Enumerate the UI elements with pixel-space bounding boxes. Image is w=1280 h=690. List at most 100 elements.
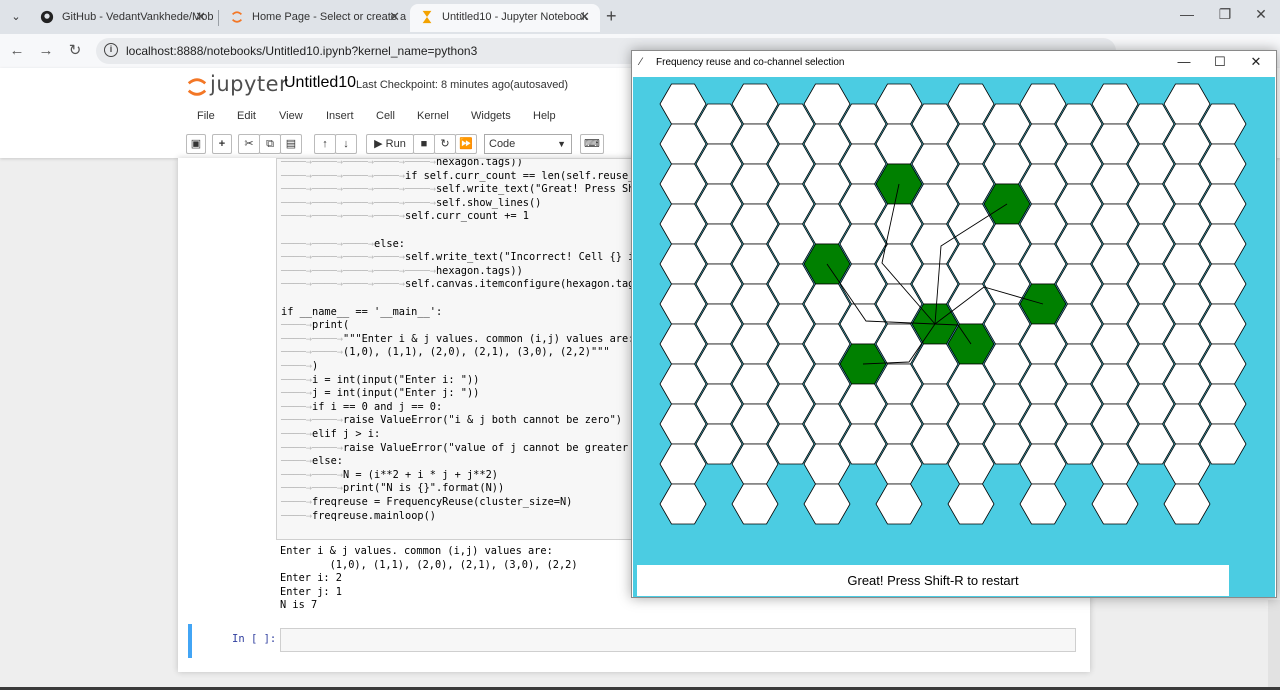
reload-icon[interactable]: ↻ xyxy=(64,40,86,62)
keyboard-icon[interactable]: ⌨ xyxy=(580,134,604,154)
restore-icon[interactable]: ❐ xyxy=(1210,6,1240,23)
move-down-arrow-icon[interactable]: ↓ xyxy=(335,134,357,154)
code-text: ) xyxy=(312,360,319,372)
paste-icon[interactable]: ▤ xyxy=(280,134,302,154)
jupyter-logo-icon[interactable] xyxy=(186,74,208,100)
hexagon-cell[interactable] xyxy=(659,483,707,525)
feather-icon: ⁄ xyxy=(640,56,642,68)
code-line: ────→────→────→────→────→self.show_lines… xyxy=(281,196,541,210)
code-line: ────→────→"""Enter i & j values. common … xyxy=(281,332,634,346)
hexagon-grid[interactable] xyxy=(659,82,1251,532)
menu-edit[interactable]: Edit xyxy=(237,110,256,122)
indent-marker: ────→────→ xyxy=(281,332,343,345)
copy-icon[interactable]: ⧉ xyxy=(259,134,281,154)
menu-kernel[interactable]: Kernel xyxy=(417,110,449,122)
close-icon[interactable]: ✕ xyxy=(579,4,590,30)
close-icon[interactable]: ✕ xyxy=(1244,54,1268,70)
cell-input-field[interactable] xyxy=(280,628,1076,652)
tab-label: GitHub - VedantVankhede/Mob xyxy=(62,11,214,23)
cut-icon[interactable]: ✂ xyxy=(238,134,260,154)
close-icon[interactable]: ✕ xyxy=(389,4,400,30)
code-line: ────→────→────→────→────→hexagon.tags)) xyxy=(281,159,523,169)
menu-help[interactable]: Help xyxy=(533,110,556,122)
code-line: ────→freqreuse.mainloop() xyxy=(281,509,436,523)
code-text: print("N is {}".format(N)) xyxy=(343,482,505,495)
info-icon[interactable]: i xyxy=(104,43,118,57)
save-icon[interactable]: ▣ xyxy=(186,134,206,154)
code-line: ────→────→────→else: xyxy=(281,237,405,251)
hexagon-cell[interactable] xyxy=(875,483,923,525)
hourglass-icon xyxy=(422,10,432,24)
run-button[interactable]: ▶ Run xyxy=(366,134,414,154)
indent-marker: ────→────→ xyxy=(281,482,343,495)
code-line: ────→elif j > i: xyxy=(281,427,380,441)
code-text: freqreuse = FrequencyReuse(cluster_size=… xyxy=(312,496,573,508)
tab-untitled10[interactable]: Untitled10 - Jupyter Notebook ✕ xyxy=(410,4,600,32)
code-line: ────→────→raise ValueError("i & j both c… xyxy=(281,413,622,427)
indent-marker: ────→ xyxy=(281,496,312,508)
page-scrollbar[interactable] xyxy=(1268,600,1280,687)
new-tab-plus-icon[interactable]: + xyxy=(606,6,617,27)
code-line: ────→print( xyxy=(281,318,349,332)
tab-label: Home Page - Select or create a xyxy=(252,11,407,23)
code-line: ────→) xyxy=(281,359,318,373)
tab-search-chevron-icon[interactable]: ⌄ xyxy=(6,7,26,27)
window-title-bar[interactable]: ⁄ Frequency reuse and co-channel selecti… xyxy=(632,51,1276,75)
code-line: ────→i = int(input("Enter i: ")) xyxy=(281,373,479,387)
code-line: if __name__ == '__main__': xyxy=(281,305,442,319)
notebook-name[interactable]: Untitled10 xyxy=(284,74,356,92)
code-text: self.show_lines() xyxy=(435,196,542,209)
menu-view[interactable]: View xyxy=(279,110,303,122)
code-text: hexagon.tags)) xyxy=(435,264,523,277)
code-text: self.write_text("Incorrect! Cell {} is n… xyxy=(405,251,654,264)
hexagon-cell[interactable] xyxy=(947,483,995,525)
indent-marker: ────→────→ xyxy=(281,346,343,359)
code-text: else: xyxy=(312,455,343,468)
fast-forward-icon[interactable]: ⏩ xyxy=(455,134,477,154)
menu-widgets[interactable]: Widgets xyxy=(471,110,511,122)
menu-file[interactable]: File xyxy=(197,110,215,122)
indent-marker: ────→ xyxy=(281,319,312,332)
code-text: raise ValueError("value of j cannot be g… xyxy=(343,441,647,454)
code-text: """Enter i & j values. common (i,j) valu… xyxy=(343,332,635,345)
code-text: raise ValueError("i & j both cannot be z… xyxy=(343,414,622,427)
hexagon-cell[interactable] xyxy=(1091,483,1139,525)
hexagon-cell[interactable] xyxy=(803,483,851,525)
menu-insert[interactable]: Insert xyxy=(326,110,354,122)
menu-cell[interactable]: Cell xyxy=(376,110,395,122)
empty-code-cell[interactable]: In [ ]: xyxy=(188,624,1090,658)
hexagon-cell[interactable] xyxy=(1163,483,1211,525)
close-icon[interactable]: ✕ xyxy=(195,4,206,30)
code-text: if __name__ == '__main__': xyxy=(281,305,443,318)
close-window-icon[interactable]: ✕ xyxy=(1246,6,1276,23)
indent-marker: ────→ xyxy=(281,428,312,440)
indent-marker: ────→────→────→────→ xyxy=(281,278,405,291)
indent-marker: ────→────→────→────→ xyxy=(281,251,405,264)
jupyter-logo-text[interactable]: jupyter xyxy=(210,72,288,96)
move-up-arrow-icon[interactable]: ↑ xyxy=(314,134,336,154)
checkpoint-status: Last Checkpoint: 8 minutes ago xyxy=(356,79,511,91)
tab-home-page[interactable]: Home Page - Select or create a ✕ xyxy=(220,4,410,32)
maximize-icon[interactable]: ☐ xyxy=(1208,54,1232,70)
cell-type-value: Code xyxy=(489,138,516,150)
hexagon-cell[interactable] xyxy=(1019,483,1067,525)
minimize-icon[interactable]: — xyxy=(1172,54,1196,69)
minimize-icon[interactable]: — xyxy=(1172,6,1202,22)
tab-github[interactable]: GitHub - VedantVankhede/Mob ✕ xyxy=(30,4,216,32)
run-icon: ▶ xyxy=(374,138,386,150)
indent-marker: ────→────→────→────→────→ xyxy=(281,183,436,196)
restart-kernel-icon[interactable]: ↻ xyxy=(434,134,456,154)
code-line: ────→────→N = (i**2 + i * j + j**2) xyxy=(281,468,498,482)
back-arrow-icon[interactable]: ← xyxy=(6,40,28,62)
code-text: elif j > i: xyxy=(312,428,381,440)
code-text: (1,0), (1,1), (2,0), (2,1), (3,0), (2,2)… xyxy=(343,346,610,359)
stop-icon[interactable]: ■ xyxy=(413,134,435,154)
code-line: ────→────→(1,0), (1,1), (2,0), (2,1), (3… xyxy=(281,345,610,359)
cell-type-select[interactable]: Code ▼ xyxy=(484,134,572,154)
insert-cell-plus-icon[interactable]: + xyxy=(212,134,232,154)
forward-arrow-icon[interactable]: → xyxy=(35,40,57,62)
hexagon-cell[interactable] xyxy=(731,483,779,525)
code-line: ────→freqreuse = FrequencyReuse(cluster_… xyxy=(281,495,572,509)
code-editor[interactable]: ────→────→────→────→────→hexagon.tags)) ─… xyxy=(276,158,654,540)
frequency-reuse-window: ⁄ Frequency reuse and co-channel selecti… xyxy=(631,50,1277,598)
